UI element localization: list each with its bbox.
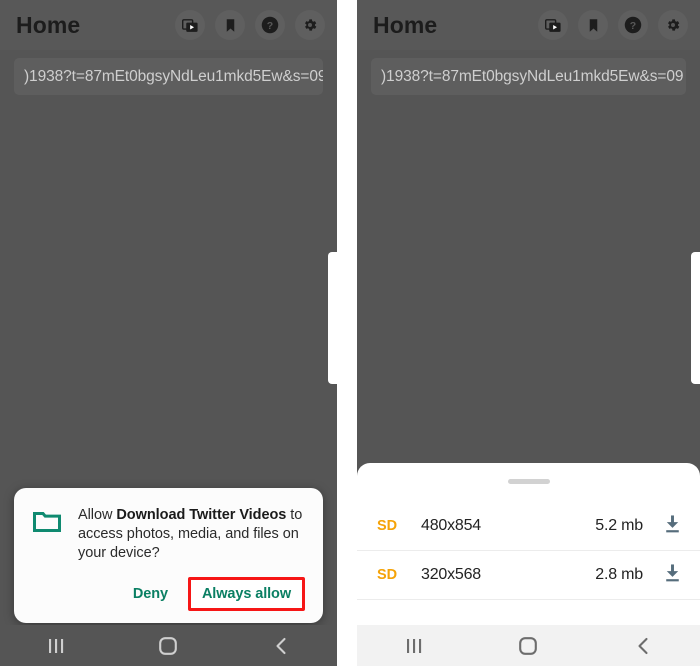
url-input-right[interactable]: )1938?t=87mEt0bgsyNdLeu1mkd5Ew&s=09: [371, 58, 686, 95]
url-input-value-right: )1938?t=87mEt0bgsyNdLeu1mkd5Ew&s=09: [381, 67, 684, 85]
url-input-value: )1938?t=87mEt0bgsyNdLeu1mkd5Ew&s=09: [24, 67, 323, 85]
folder-icon: [32, 508, 62, 539]
quality-filesize: 5.2 mb: [595, 517, 643, 534]
phone-screen-left: Home ?)1938?t=87mEt0bgsyNdLeu1mkd5Ew&s=…: [0, 0, 337, 666]
bookmark-icon[interactable]: [578, 10, 608, 40]
phone-screen-right: Home ?)1938?t=87mEt0bgsyNdLeu1mkd5Ew&s=…: [357, 0, 700, 666]
scrollbar-thumb-right[interactable]: [691, 252, 700, 384]
app-bar-right: Home ?: [357, 0, 700, 50]
permission-dialog-actions: Deny Always allow: [32, 573, 305, 615]
quality-resolution: 320x568: [421, 566, 481, 583]
bookmark-icon[interactable]: [215, 10, 245, 40]
svg-text:?: ?: [630, 20, 636, 32]
download-icon[interactable]: [663, 563, 682, 588]
help-icon[interactable]: ?: [618, 10, 648, 40]
help-icon[interactable]: ?: [255, 10, 285, 40]
permission-dialog: Allow Download Twitter Videos to access …: [14, 488, 323, 623]
nav-back-button[interactable]: [251, 625, 311, 666]
android-nav-bar-right: [357, 625, 700, 666]
nav-home-button[interactable]: [138, 625, 198, 666]
quality-badge: SD: [377, 567, 398, 583]
quality-bottom-sheet: SD 480x854 5.2 mb SD 320x568 2.8 mb: [357, 463, 700, 625]
nav-recents-button[interactable]: [26, 625, 86, 666]
scrollbar-thumb-left[interactable]: [328, 252, 337, 384]
permission-dialog-body: Allow Download Twitter Videos to access …: [32, 506, 305, 563]
gear-icon[interactable]: [295, 10, 325, 40]
sheet-drag-handle[interactable]: [507, 479, 550, 484]
quality-list: SD 480x854 5.2 mb SD 320x568 2.8 mb: [357, 502, 700, 600]
quality-badge: SD: [377, 518, 398, 534]
page-title-right: Home: [373, 11, 438, 38]
quality-resolution: 480x854: [421, 517, 481, 534]
svg-text:?: ?: [267, 20, 273, 32]
app-bar-actions-left: ?: [175, 10, 325, 40]
gear-icon[interactable]: [658, 10, 688, 40]
android-nav-bar-left: [0, 625, 337, 666]
video-library-icon[interactable]: [175, 10, 205, 40]
table-row[interactable]: SD 480x854 5.2 mb: [357, 502, 700, 551]
screenshot-stage: Home ?)1938?t=87mEt0bgsyNdLeu1mkd5Ew&s=…: [0, 0, 700, 666]
nav-recents-button[interactable]: [384, 625, 444, 666]
download-icon[interactable]: [663, 514, 682, 539]
quality-filesize: 2.8 mb: [595, 566, 643, 583]
url-input-left[interactable]: )1938?t=87mEt0bgsyNdLeu1mkd5Ew&s=09: [14, 58, 323, 95]
permission-message-prefix: Allow: [78, 507, 117, 523]
table-row[interactable]: SD 320x568 2.8 mb: [357, 551, 700, 600]
permission-app-name: Download Twitter Videos: [116, 507, 287, 523]
video-library-icon[interactable]: [538, 10, 568, 40]
app-bar-actions-right: ?: [538, 10, 688, 40]
nav-home-button[interactable]: [498, 625, 558, 666]
app-bar-left: Home ?: [0, 0, 337, 50]
nav-back-button[interactable]: [613, 625, 673, 666]
deny-button[interactable]: Deny: [119, 577, 182, 611]
page-title: Home: [16, 11, 81, 38]
always-allow-button[interactable]: Always allow: [187, 577, 305, 611]
permission-dialog-message: Allow Download Twitter Videos to access …: [78, 506, 305, 563]
